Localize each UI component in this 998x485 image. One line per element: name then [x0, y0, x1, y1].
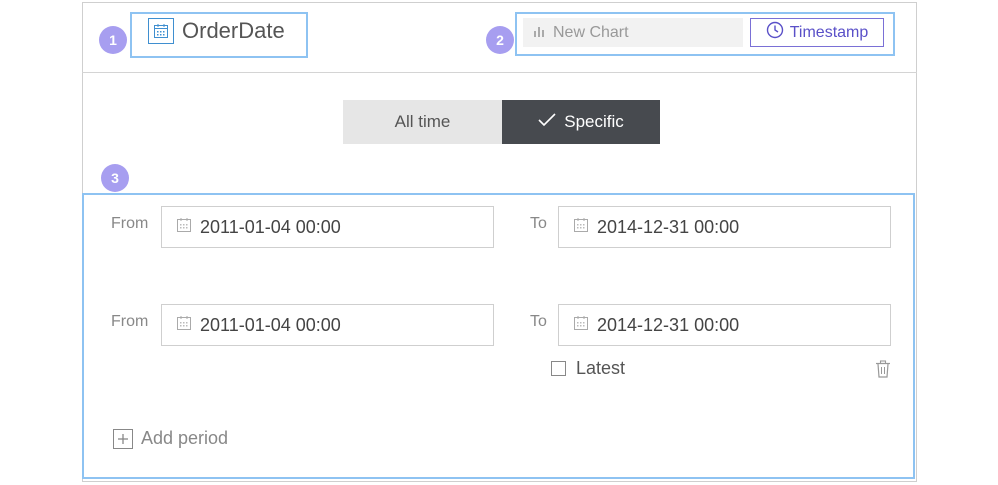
from-date-value: 2011-01-04 00:00 — [200, 216, 341, 237]
chart-name-placeholder: New Chart — [553, 23, 629, 41]
to-date-value: 2014-12-31 00:00 — [597, 314, 740, 335]
add-period-label: Add period — [141, 428, 229, 448]
from-date-value: 2011-01-04 00:00 — [200, 314, 341, 335]
to-date-input[interactable]: 2014-12-31 00:00 — [558, 304, 891, 346]
all-time-label: All time — [394, 112, 451, 131]
timestamp-label: Timestamp — [789, 23, 869, 41]
trash-icon[interactable] — [875, 360, 891, 383]
all-time-toggle[interactable]: All time — [343, 100, 502, 144]
latest-checkbox[interactable] — [551, 361, 566, 376]
calendar-icon — [148, 18, 174, 44]
add-period-button[interactable]: Add period — [113, 428, 228, 449]
to-date-input[interactable]: 2014-12-31 00:00 — [558, 206, 891, 248]
callout-badge-3: 3 — [101, 164, 129, 192]
calendar-icon — [176, 315, 192, 336]
callout-badge-1: 1 — [99, 26, 127, 54]
chart-name-field[interactable]: New Chart — [523, 18, 743, 47]
to-date-value: 2014-12-31 00:00 — [597, 216, 740, 237]
bar-chart-icon — [533, 24, 547, 42]
from-label: From — [111, 313, 149, 330]
plus-icon — [113, 428, 133, 449]
latest-label: Latest — [576, 358, 626, 378]
field-name: OrderDate — [182, 18, 285, 43]
from-date-input[interactable]: 2011-01-04 00:00 — [161, 304, 494, 346]
field-title: OrderDate — [148, 18, 285, 44]
callout-badge-2: 2 — [486, 26, 514, 54]
check-icon — [538, 112, 556, 132]
timestamp-button[interactable]: Timestamp — [750, 18, 884, 47]
header-divider — [82, 72, 917, 73]
calendar-icon — [573, 315, 589, 336]
from-date-input[interactable]: 2011-01-04 00:00 — [161, 206, 494, 248]
to-label: To — [530, 215, 547, 232]
latest-checkbox-row[interactable]: Latest — [551, 358, 625, 379]
specific-label: Specific — [564, 112, 624, 131]
clock-icon — [766, 21, 784, 44]
calendar-icon — [573, 217, 589, 238]
calendar-icon — [176, 217, 192, 238]
to-label: To — [530, 313, 547, 330]
from-label: From — [111, 215, 149, 232]
specific-toggle[interactable]: Specific — [502, 100, 660, 144]
